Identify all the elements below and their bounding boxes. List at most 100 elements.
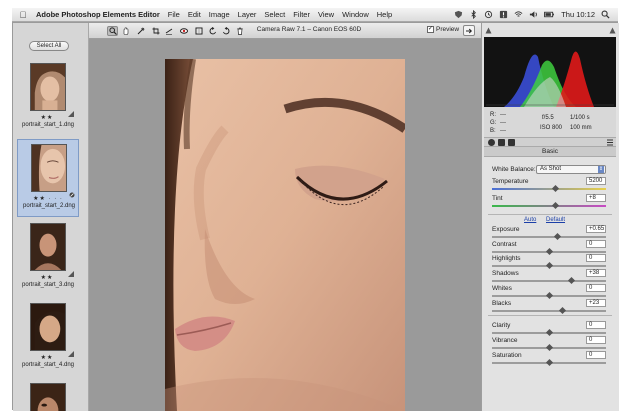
delete-button[interactable] xyxy=(234,26,245,36)
blacks-value-field[interactable]: +23 xyxy=(586,299,606,307)
select-all-button[interactable]: Select All xyxy=(29,41,69,51)
highlights-value-field[interactable]: 0 xyxy=(586,254,606,262)
highlight-clipping-warning-icon[interactable] xyxy=(609,27,616,34)
white-balance-select[interactable]: As Shot ⇕ xyxy=(536,165,606,174)
filmstrip-item[interactable] xyxy=(17,379,79,411)
contrast-slider-thumb[interactable] xyxy=(545,247,554,256)
rotate-right-button[interactable] xyxy=(220,26,231,36)
saturation-slider[interactable] xyxy=(492,358,606,367)
clarity-slider[interactable] xyxy=(492,328,606,337)
tab-camera-calibration[interactable] xyxy=(508,139,515,146)
straighten-tool[interactable] xyxy=(163,26,174,36)
time-machine-icon[interactable] xyxy=(484,10,493,19)
temperature-slider-track[interactable] xyxy=(492,188,606,190)
b-label: B: xyxy=(490,128,496,134)
clock[interactable]: Thu 10:12 xyxy=(561,10,595,19)
menu-edit[interactable]: Edit xyxy=(188,8,201,22)
highlights-slider-thumb[interactable] xyxy=(545,261,554,270)
white-balance-label: White Balance: xyxy=(492,166,536,173)
zoom-tool[interactable] xyxy=(107,26,118,36)
filmstrip-item[interactable]: ★★ portrait_start_3.dng xyxy=(17,219,79,297)
tab-basic[interactable] xyxy=(488,139,495,146)
menu-filter[interactable]: Filter xyxy=(293,8,310,22)
filmstrip[interactable]: Select All ★★ portrait_start_1.dng ★★ · … xyxy=(13,23,89,411)
shadows-slider-track[interactable] xyxy=(492,280,606,282)
clarity-value-field[interactable]: 0 xyxy=(586,321,606,329)
delete-mark-icon[interactable] xyxy=(69,192,75,198)
whites-value-field[interactable]: 0 xyxy=(586,284,606,292)
contrast-slider[interactable] xyxy=(492,247,606,256)
apple-menu-icon[interactable]:  xyxy=(18,8,28,22)
image-canvas[interactable] xyxy=(89,39,481,411)
shadows-value-field[interactable]: +38 xyxy=(586,269,606,277)
filmstrip-item-selected[interactable]: ★★ · · · portrait_start_2.dng xyxy=(17,139,79,217)
exposure-value-field[interactable]: +0.65 xyxy=(586,225,606,233)
fullscreen-button[interactable] xyxy=(463,25,475,36)
saturation-slider-thumb[interactable] xyxy=(545,358,554,367)
auto-link[interactable]: Auto xyxy=(524,217,536,223)
blacks-slider[interactable] xyxy=(492,306,606,315)
preview-photo[interactable] xyxy=(165,59,405,411)
tint-slider-thumb[interactable] xyxy=(551,201,559,210)
spotlight-search-icon[interactable] xyxy=(601,10,610,19)
clarity-label: Clarity xyxy=(492,322,511,329)
rotate-left-button[interactable] xyxy=(207,26,218,36)
preferences-tool[interactable] xyxy=(193,26,204,36)
highlights-slider[interactable] xyxy=(492,261,606,270)
menu-window[interactable]: Window xyxy=(342,8,369,22)
menu-view[interactable]: View xyxy=(318,8,334,22)
default-link[interactable]: Default xyxy=(546,217,565,223)
app-name-menu[interactable]: Adobe Photoshop Elements Editor xyxy=(36,8,160,22)
temperature-value-field[interactable]: 5200 xyxy=(586,177,606,185)
crop-tool[interactable] xyxy=(150,26,161,36)
temperature-slider-thumb[interactable] xyxy=(551,184,559,193)
clarity-slider-thumb[interactable] xyxy=(545,328,554,337)
settings-applied-icon xyxy=(68,271,74,277)
filmstrip-item[interactable]: ★★ portrait_start_4.dng xyxy=(17,299,79,377)
exposure-slider-track[interactable] xyxy=(492,236,606,238)
blacks-slider-track[interactable] xyxy=(492,310,606,312)
aperture: f/5.5 xyxy=(542,115,554,121)
contrast-value-field[interactable]: 0 xyxy=(586,240,606,248)
thumbnail-filename: portrait_start_2.dng xyxy=(22,203,76,209)
exposure-slider-thumb[interactable] xyxy=(553,232,562,241)
menu-select[interactable]: Select xyxy=(264,8,285,22)
tint-slider[interactable] xyxy=(492,201,606,210)
thumbnail-filename: portrait_start_4.dng xyxy=(21,362,75,368)
saturation-value-field[interactable]: 0 xyxy=(586,351,606,359)
temperature-slider[interactable] xyxy=(492,184,606,193)
filmstrip-item[interactable]: ★★ portrait_start_1.dng xyxy=(17,59,79,137)
settings-applied-icon xyxy=(68,111,74,117)
bluetooth-icon[interactable] xyxy=(469,10,478,19)
tint-slider-track[interactable] xyxy=(492,205,606,207)
wifi-icon[interactable] xyxy=(514,10,523,19)
vibrance-slider-thumb[interactable] xyxy=(545,343,554,352)
menu-help[interactable]: Help xyxy=(377,8,392,22)
preview-toggle[interactable]: ✓ Preview xyxy=(427,26,459,33)
whites-slider[interactable] xyxy=(492,291,606,300)
tab-detail[interactable] xyxy=(498,139,505,146)
red-eye-tool[interactable] xyxy=(178,26,189,36)
menu-file[interactable]: File xyxy=(168,8,180,22)
shadow-clipping-warning-icon[interactable] xyxy=(485,27,492,34)
tint-value-field[interactable]: +8 xyxy=(586,194,606,202)
shadows-slider-thumb[interactable] xyxy=(567,276,575,285)
blacks-slider-thumb[interactable] xyxy=(558,306,566,315)
menu-image[interactable]: Image xyxy=(209,8,230,22)
alert-icon[interactable] xyxy=(499,10,508,19)
panel-menu-icon[interactable] xyxy=(606,139,614,146)
battery-icon[interactable] xyxy=(544,10,555,19)
preview-checkbox[interactable]: ✓ xyxy=(427,26,434,33)
straighten-icon xyxy=(165,28,172,35)
hand-tool[interactable] xyxy=(120,26,131,36)
volume-icon[interactable] xyxy=(529,10,538,19)
vibrance-slider[interactable] xyxy=(492,343,606,352)
vibrance-value-field[interactable]: 0 xyxy=(586,336,606,344)
shadows-slider[interactable] xyxy=(492,276,606,285)
focal-length: 100 mm xyxy=(570,125,592,131)
white-balance-tool[interactable] xyxy=(135,26,146,36)
menu-layer[interactable]: Layer xyxy=(238,8,257,22)
shield-icon[interactable] xyxy=(454,10,463,19)
exposure-slider[interactable] xyxy=(492,232,606,241)
whites-slider-thumb[interactable] xyxy=(545,291,554,300)
